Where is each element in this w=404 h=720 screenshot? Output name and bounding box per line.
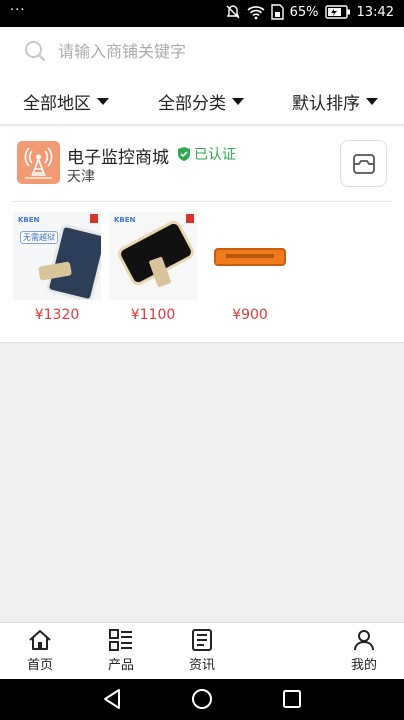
filter-region-dropdown[interactable]: 全部地区 bbox=[23, 89, 109, 114]
grid-list-icon bbox=[109, 629, 132, 651]
home-circle-icon[interactable] bbox=[191, 688, 213, 710]
nav-label-products: 产品 bbox=[107, 658, 134, 673]
status-bar: ··· 65% 13:42 bbox=[0, 0, 404, 27]
product-price: ¥900 bbox=[232, 307, 268, 323]
nav-item-products[interactable]: 产品 bbox=[96, 629, 146, 673]
battery-icon bbox=[324, 5, 350, 19]
filter-category-dropdown[interactable]: 全部分类 bbox=[158, 89, 244, 114]
search-icon[interactable] bbox=[24, 40, 46, 62]
recents-icon[interactable] bbox=[281, 688, 303, 710]
nav-item-home[interactable]: 首页 bbox=[15, 629, 65, 673]
search-input[interactable] bbox=[58, 37, 378, 65]
filter-category-label: 全部分类 bbox=[158, 94, 226, 114]
verified-badge: 已认证 bbox=[178, 144, 236, 164]
bottom-nav: 首页 产品 资讯 我的 bbox=[0, 622, 404, 679]
product-price: ¥1320 bbox=[34, 307, 80, 323]
sort-dropdown[interactable]: 默认排序 bbox=[292, 89, 378, 114]
shield-check-icon bbox=[178, 147, 190, 161]
system-nav-bar bbox=[0, 679, 404, 720]
caret-down-icon bbox=[97, 98, 109, 105]
filter-bar: 全部地区 全部分类 默认排序 bbox=[0, 75, 404, 125]
home-icon bbox=[29, 630, 51, 650]
red-badge-icon bbox=[186, 214, 194, 223]
nav-item-news[interactable]: 资讯 bbox=[177, 629, 227, 673]
tag-label: 无需越狱 bbox=[20, 231, 58, 244]
filter-region-label: 全部地区 bbox=[23, 94, 91, 114]
wifi-icon bbox=[247, 6, 265, 20]
shop-card[interactable]: 电子监控商城 已认证 天津 KBEN 无需越狱 ¥1320 KBEN ¥1100 bbox=[0, 127, 404, 343]
caret-down-icon bbox=[232, 98, 244, 105]
shop-name[interactable]: 电子监控商城 bbox=[67, 143, 169, 168]
caret-down-icon bbox=[366, 98, 378, 105]
product-price: ¥1100 bbox=[130, 307, 176, 323]
verified-label: 已认证 bbox=[194, 147, 236, 163]
message-icon bbox=[352, 153, 375, 174]
clock: 13:42 bbox=[356, 4, 394, 20]
brand-label: KBEN bbox=[18, 216, 40, 224]
shop-city: 天津 bbox=[67, 169, 95, 185]
product-image[interactable]: KBEN 无需越狱 bbox=[13, 212, 101, 300]
nav-label-news: 资讯 bbox=[188, 658, 215, 673]
divider bbox=[12, 201, 392, 202]
product-image[interactable] bbox=[206, 212, 294, 300]
brand-label: KBEN bbox=[114, 216, 136, 224]
red-badge-icon bbox=[90, 214, 98, 223]
product-item[interactable]: KBEN ¥1100 bbox=[109, 212, 197, 323]
sort-label: 默认排序 bbox=[292, 94, 360, 114]
back-icon[interactable] bbox=[101, 688, 123, 710]
product-item[interactable]: KBEN 无需越狱 ¥1320 bbox=[13, 212, 101, 323]
nav-item-profile[interactable]: 我的 bbox=[339, 629, 389, 673]
message-button[interactable] bbox=[340, 140, 387, 187]
product-image[interactable]: KBEN bbox=[109, 212, 197, 300]
user-icon bbox=[354, 630, 374, 651]
notification-dots: ··· bbox=[10, 3, 26, 18]
news-icon bbox=[192, 629, 212, 651]
nav-label-home: 首页 bbox=[26, 658, 53, 673]
shop-logo[interactable] bbox=[17, 141, 60, 184]
sim-icon bbox=[270, 4, 284, 20]
battery-percent: 65% bbox=[289, 4, 319, 20]
antenna-icon bbox=[24, 147, 53, 179]
mute-icon bbox=[226, 5, 240, 19]
product-item[interactable]: ¥900 bbox=[206, 212, 294, 323]
nav-label-profile: 我的 bbox=[350, 658, 377, 673]
search-bar bbox=[0, 27, 404, 75]
